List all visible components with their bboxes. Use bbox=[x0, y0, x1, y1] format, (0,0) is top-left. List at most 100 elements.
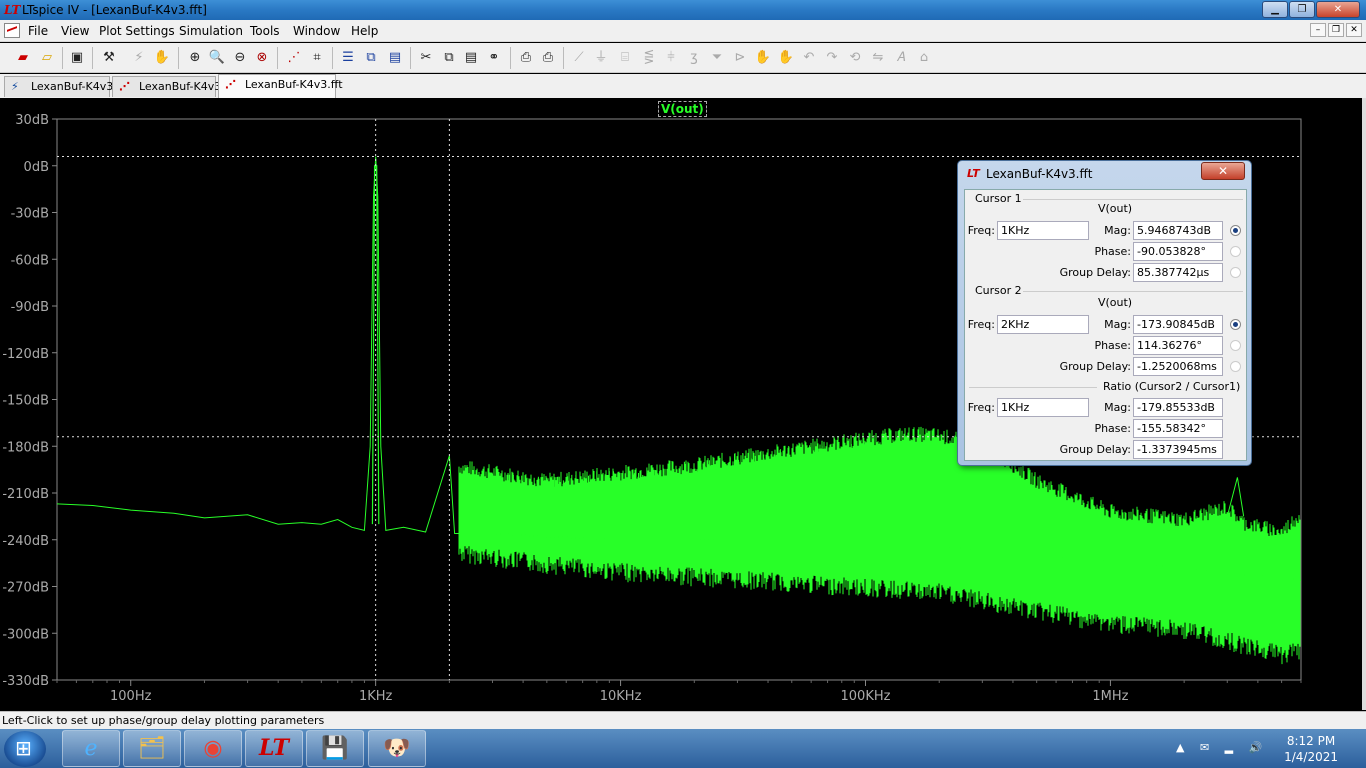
y-tick-label: -60dB bbox=[11, 253, 49, 268]
menu-plot-settings[interactable]: Plot Settings bbox=[99, 24, 175, 38]
trace-label[interactable]: V(out) bbox=[658, 101, 707, 117]
zoom-out-icon[interactable]: ⊖ bbox=[231, 49, 249, 67]
cursor1-mag-label: Mag: bbox=[1104, 224, 1131, 237]
file-explorer-icon[interactable]: 🗂 bbox=[123, 730, 181, 767]
tile-horizontal-icon[interactable]: ☰ bbox=[339, 49, 357, 67]
ratio-freq-value[interactable]: 1KHz bbox=[997, 398, 1089, 417]
y-tick-label: -240dB bbox=[2, 534, 49, 549]
cursor1-freq-label: Freq: bbox=[967, 224, 995, 237]
component-icon[interactable]: ⊳ bbox=[731, 49, 749, 67]
undo-icon[interactable]: ↶ bbox=[800, 49, 818, 67]
system-tray: ▲ ✉ ▂ 🔊 8:12 PM 1/4/2021 bbox=[1176, 729, 1366, 768]
toolbar: ▰ ▱ ▣ ⚒ ⚡ ✋ ⊕ 🔍 ⊖ ⊗ ⋰ ⌗ ☰ ⧉ ▤ ✂ ⧉ ▤ ⚭ ⎙ … bbox=[0, 43, 1366, 73]
print-preview-icon[interactable]: ⎙ bbox=[517, 49, 535, 67]
menu-tools[interactable]: Tools bbox=[250, 24, 280, 38]
gimp-icon[interactable]: 🐶 bbox=[368, 730, 426, 767]
cursor2-freq-input[interactable]: 2KHz bbox=[997, 315, 1089, 334]
x-tick-label: 1MHz bbox=[1092, 689, 1128, 704]
cursor1-group-title: Cursor 1 bbox=[975, 192, 1022, 205]
menu-file[interactable]: File bbox=[28, 24, 48, 38]
redo-icon[interactable]: ↷ bbox=[823, 49, 841, 67]
dialog-close-icon[interactable]: ✕ bbox=[1201, 162, 1245, 180]
new-schematic-icon[interactable]: ▰ bbox=[14, 49, 32, 67]
tab-waveform[interactable]: ⋰ LexanBuf-K4v3 bbox=[112, 76, 221, 97]
document-menu-icon[interactable] bbox=[4, 23, 20, 38]
mdi-minimize-icon[interactable]: – bbox=[1310, 23, 1326, 37]
fft-icon: ⋰ bbox=[225, 78, 236, 91]
cursor2-mag-radio[interactable] bbox=[1230, 319, 1241, 330]
copy-icon[interactable]: ⧉ bbox=[440, 49, 458, 67]
cascade-icon[interactable]: ⧉ bbox=[362, 49, 380, 67]
cut-icon[interactable]: ✂ bbox=[417, 49, 435, 67]
cursor2-phase-value[interactable]: 114.36276° bbox=[1133, 336, 1223, 355]
x-tick-label: 100KHz bbox=[841, 689, 891, 704]
start-button[interactable] bbox=[4, 731, 46, 767]
wire-icon[interactable]: ⟋ bbox=[570, 49, 588, 67]
zoom-cancel-icon[interactable]: ⊗ bbox=[253, 49, 271, 67]
zoom-area-icon[interactable]: 🔍 bbox=[208, 49, 226, 67]
drag-icon[interactable]: ✋ bbox=[777, 49, 795, 67]
cursor2-gd-label: Group Delay: bbox=[1059, 360, 1131, 373]
mdi-restore-icon[interactable]: ❐ bbox=[1328, 23, 1344, 37]
ltspice-icon[interactable]: LT bbox=[245, 730, 303, 767]
dialog-title: LexanBuf-K4v3.fft bbox=[986, 167, 1093, 181]
move-icon[interactable]: ✋ bbox=[754, 49, 772, 67]
print-icon[interactable]: ⎙ bbox=[539, 49, 557, 67]
menu-window[interactable]: Window bbox=[293, 24, 340, 38]
internet-explorer-icon[interactable]: ℯ bbox=[62, 730, 120, 767]
open-icon[interactable]: ▱ bbox=[38, 49, 56, 67]
probe-icon[interactable]: ⌗ bbox=[308, 49, 326, 67]
find-icon[interactable]: ⚭ bbox=[485, 49, 503, 67]
resistor-icon[interactable]: ⋚ bbox=[640, 49, 658, 67]
save-icon[interactable]: ▣ bbox=[68, 49, 86, 67]
cursor1-mag-value[interactable]: 5.9468743dB bbox=[1133, 221, 1223, 240]
capacitor-icon[interactable]: ⫩ bbox=[662, 49, 680, 67]
restore-icon[interactable]: ❐ bbox=[1289, 1, 1315, 18]
mirror-icon[interactable]: ⇋ bbox=[869, 49, 887, 67]
menu-view[interactable]: View bbox=[61, 24, 89, 38]
ratio-gd-value[interactable]: -1.3373945ms bbox=[1133, 440, 1223, 459]
cursor1-freq-input[interactable]: 1KHz bbox=[997, 221, 1089, 240]
tray-icons[interactable]: ▲ ✉ ▂ 🔊 bbox=[1176, 741, 1268, 754]
tab-schematic[interactable]: ⚡ LexanBuf-K4v3 bbox=[4, 76, 113, 97]
cursor1-phase-radio[interactable] bbox=[1230, 246, 1241, 257]
mdi-close-icon[interactable]: ✕ bbox=[1346, 23, 1362, 37]
zoom-in-icon[interactable]: ⊕ bbox=[186, 49, 204, 67]
clock[interactable]: 8:12 PM 1/4/2021 bbox=[1284, 733, 1338, 765]
cursor1-gd-radio[interactable] bbox=[1230, 267, 1241, 278]
cursor2-phase-radio[interactable] bbox=[1230, 340, 1241, 351]
cursor2-gd-radio[interactable] bbox=[1230, 361, 1241, 372]
run-icon[interactable]: ⚡ bbox=[130, 49, 148, 67]
y-tick-label: -120dB bbox=[2, 347, 49, 362]
cursor1-mag-radio[interactable] bbox=[1230, 225, 1241, 236]
inductor-icon[interactable]: ʒ bbox=[685, 49, 703, 67]
ground-icon[interactable]: ⏚ bbox=[592, 49, 610, 67]
floppy-icon[interactable]: 💾 bbox=[306, 730, 364, 767]
y-tick-label: -270dB bbox=[2, 581, 49, 596]
vertical-scrollbar[interactable] bbox=[1362, 98, 1366, 710]
cursor1-phase-value[interactable]: -90.053828° bbox=[1133, 242, 1223, 261]
diode-icon[interactable]: ⏷ bbox=[708, 49, 726, 67]
status-text: Left-Click to set up phase/group delay p… bbox=[2, 714, 325, 727]
menu-simulation[interactable]: Simulation bbox=[179, 24, 243, 38]
rotate-icon[interactable]: ⟲ bbox=[846, 49, 864, 67]
cursor2-gd-value[interactable]: -1.2520068ms bbox=[1133, 357, 1223, 376]
ratio-phase-value[interactable]: -155.58342° bbox=[1133, 419, 1223, 438]
paste-icon[interactable]: ▤ bbox=[462, 49, 480, 67]
ratio-mag-value[interactable]: -179.85533dB bbox=[1133, 398, 1223, 417]
menu-help[interactable]: Help bbox=[351, 24, 378, 38]
tile-vertical-icon[interactable]: ▤ bbox=[386, 49, 404, 67]
cursor2-mag-value[interactable]: -173.90845dB bbox=[1133, 315, 1223, 334]
tab-fft[interactable]: ⋰ LexanBuf-K4v3.fft bbox=[218, 74, 343, 98]
cursor1-gd-value[interactable]: 85.387742µs bbox=[1133, 263, 1223, 282]
halt-icon[interactable]: ✋ bbox=[153, 49, 171, 67]
minimize-icon[interactable]: ▁ bbox=[1262, 1, 1288, 18]
autorange-icon[interactable]: ⋰ bbox=[285, 49, 303, 67]
close-icon[interactable]: ✕ bbox=[1316, 1, 1360, 18]
chrome-icon[interactable]: ◉ bbox=[184, 730, 242, 767]
spice-directive-icon[interactable]: ⌂ bbox=[915, 49, 933, 67]
text-icon[interactable]: 𝐴 bbox=[892, 49, 910, 67]
label-icon[interactable]: ⌸ bbox=[616, 49, 634, 67]
control-panel-icon[interactable]: ⚒ bbox=[100, 49, 118, 67]
waveform-icon: ⋰ bbox=[119, 80, 130, 93]
